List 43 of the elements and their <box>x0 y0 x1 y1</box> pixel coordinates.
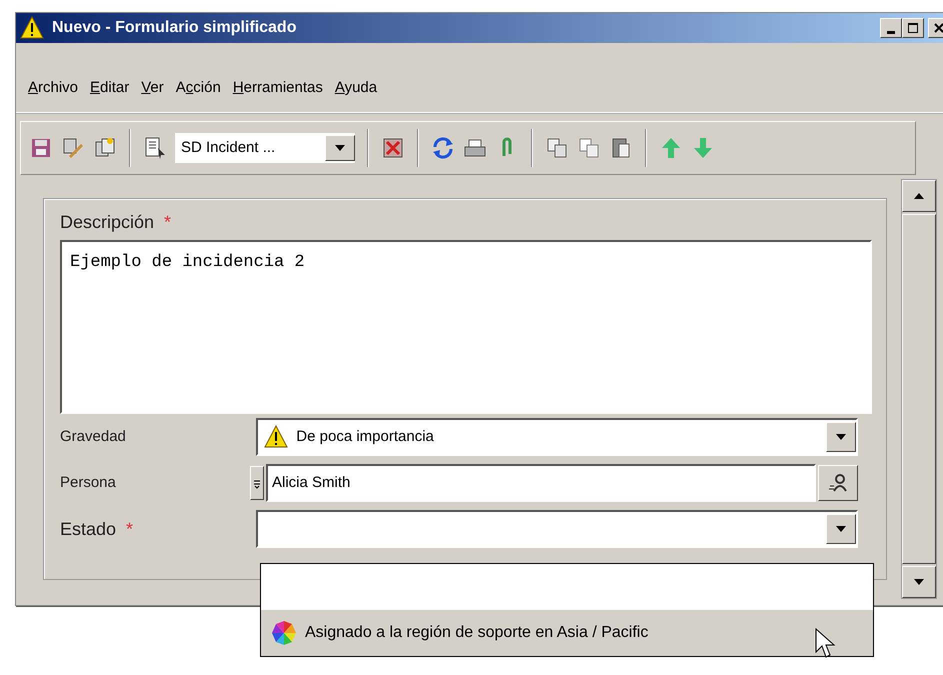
required-asterisk: * <box>164 211 172 234</box>
maximize-icon <box>908 23 918 33</box>
dropdown-arrow-icon <box>835 433 847 441</box>
description-field[interactable]: Ejemplo de incidencia 2 <box>60 240 872 414</box>
field-label: Persona <box>60 472 116 493</box>
dropdown-field[interactable] <box>256 510 858 548</box>
lookup-button[interactable] <box>818 465 858 501</box>
menu-item[interactable]: Ayuda <box>328 65 384 112</box>
copy-icon[interactable] <box>545 136 569 160</box>
scroll-up-icon <box>913 192 925 200</box>
people-icon <box>828 473 848 493</box>
crossed-document-icon[interactable] <box>381 136 405 160</box>
menu-item[interactable]: Ver <box>135 65 170 112</box>
dropdown-arrow-icon <box>334 144 346 152</box>
color-wheel-icon <box>271 620 297 646</box>
dropdown-value: De poca importancia <box>296 426 435 447</box>
menu-item[interactable]: Archivo <box>22 65 84 112</box>
copy-icon[interactable] <box>577 136 601 160</box>
field-label: Gravedad <box>60 426 126 447</box>
required-asterisk: * <box>126 518 134 540</box>
scrollbar[interactable] <box>901 179 937 599</box>
minimize-button[interactable] <box>880 18 902 38</box>
menu-item[interactable]: Acción <box>170 65 227 112</box>
field-label: Descripción <box>60 211 154 234</box>
minimize-icon <box>887 30 895 34</box>
person-field[interactable]: Alicia Smith <box>266 464 816 502</box>
warning-icon <box>20 16 44 40</box>
scroll-down-icon <box>913 578 925 586</box>
dropdown-option[interactable]: Asignado a la región de soporte en Asia / Pacific <box>261 610 873 656</box>
menu-item[interactable]: Editar <box>84 65 136 112</box>
document-cursor-icon[interactable] <box>143 136 167 160</box>
maximize-button[interactable] <box>902 18 924 38</box>
dropdown-field[interactable]: De poca importancia <box>256 418 858 456</box>
dropdown-arrow-icon <box>835 525 847 533</box>
pencil-document-icon[interactable] <box>61 136 85 160</box>
refresh-icon[interactable] <box>431 136 455 160</box>
floppy-icon[interactable] <box>29 136 53 160</box>
menu-item[interactable]: Herramientas <box>226 65 329 112</box>
window-title: Nuevo - Formulario simplificado <box>52 18 298 38</box>
warning-icon <box>264 425 288 449</box>
field-label: Estado <box>60 518 116 540</box>
close-icon <box>934 23 943 33</box>
form-selector[interactable]: SD Incident ... <box>175 133 355 163</box>
